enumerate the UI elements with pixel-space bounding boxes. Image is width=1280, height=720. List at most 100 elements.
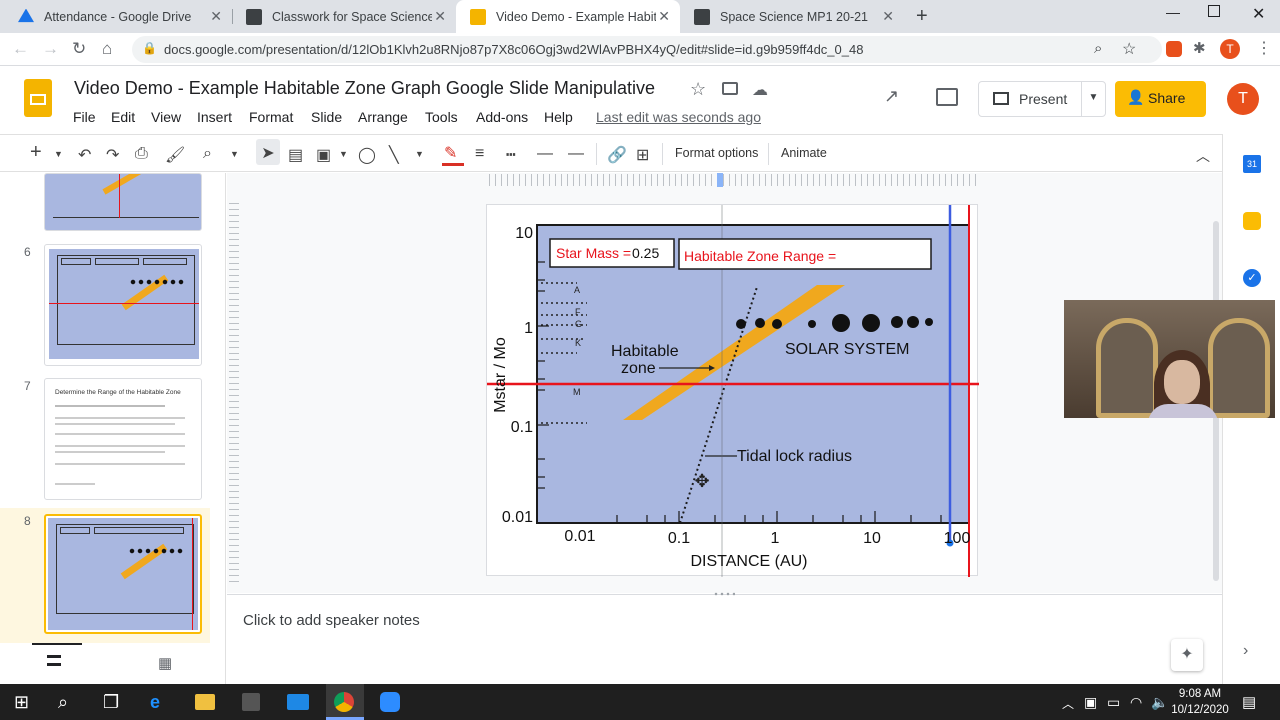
tasks-icon[interactable]: ✓ [1243,269,1261,287]
keep-icon[interactable] [1243,212,1261,230]
calendar-icon[interactable]: 31 [1243,155,1261,173]
new-tab-icon[interactable]: + [916,5,928,28]
zoom-icon[interactable]: ⌕ [203,145,212,163]
close-icon[interactable]: ✕ [658,8,670,25]
forward-icon[interactable]: → [42,39,59,59]
comments-icon[interactable] [936,88,958,106]
profile-avatar[interactable]: T [1220,39,1240,59]
home-icon[interactable]: ⌂ [102,39,112,59]
minimize-icon[interactable]: — [1166,4,1180,20]
border-weight-icon[interactable]: ≡ [475,145,484,163]
menu-slide[interactable]: Slide [311,109,342,125]
share-button[interactable]: 👤 Share [1115,81,1206,117]
extensions-puzzle-icon[interactable]: ✱ [1193,39,1206,57]
add-comment-icon[interactable]: ⊞ [636,145,649,165]
line-dropdown-icon[interactable]: ▼ [415,149,424,159]
image-icon[interactable]: ▣ [316,145,331,165]
print-icon[interactable]: ⎙ [135,145,148,163]
slide-thumbnail-5[interactable] [44,173,202,231]
line-start-icon[interactable]: — [537,145,553,163]
tray-app-icon[interactable]: ▣ [1084,694,1097,711]
slide-canvas[interactable]: A F G K M Star Mass = 0.25 Habitable Zon… [486,204,979,577]
select-cursor-icon[interactable]: ➤ [256,139,280,165]
image-dropdown-icon[interactable]: ▼ [339,149,348,159]
slide-thumbnail-6[interactable] [44,244,202,366]
speaker-notes[interactable]: Click to add speaker notes ✦ [227,592,1222,684]
tray-expand-icon[interactable]: ︿ [1062,695,1074,712]
new-slide-dropdown-icon[interactable]: ▼ [54,149,63,159]
extension-icon[interactable] [1166,41,1182,57]
link-icon[interactable]: 🔗 [607,145,627,165]
move-folder-icon[interactable] [722,82,738,95]
menu-insert[interactable]: Insert [197,109,232,125]
present-dropdown-icon[interactable]: ▼ [1081,82,1105,116]
menu-kebab-icon[interactable]: ⋮ [1256,38,1272,58]
task-view-icon[interactable]: ❐ [103,692,119,713]
battery-icon[interactable]: ▭ [1107,694,1120,711]
tab-video-demo[interactable]: Video Demo - Example Habitable ✕ [456,0,680,33]
slide-thumbnail-8[interactable] [44,514,202,634]
windows-start-icon[interactable]: ⊞ [14,692,29,713]
chrome-icon[interactable] [334,692,354,712]
present-button[interactable]: Present ▼ [978,81,1106,117]
wifi-icon[interactable]: ◠ [1130,694,1142,711]
mail-icon[interactable] [287,694,309,710]
border-dash-icon[interactable]: ┅ [506,145,516,165]
zoom-dropdown-icon[interactable]: ▼ [230,149,239,159]
menu-format[interactable]: Format [249,109,293,125]
notifications-icon[interactable]: ▤ [1242,693,1256,711]
close-icon[interactable]: ✕ [434,8,446,25]
reload-icon[interactable]: ↻ [72,39,86,59]
account-avatar[interactable]: T [1227,83,1259,115]
paint-format-icon[interactable]: 🖌 [165,145,185,165]
notes-resize-handle[interactable] [713,592,735,596]
slide-thumbnail-7[interactable]: Determine the Range of the Habitable Zon… [44,378,202,500]
zoom-icon[interactable]: ⌕ [1094,40,1102,57]
cloud-status-icon[interactable]: ☁ [752,80,768,100]
tab-space-science[interactable]: Space Science MP1 20-21 ✕ [680,0,904,33]
last-edit-link[interactable]: Last edit was seconds ago [596,109,761,125]
tab-classwork[interactable]: Classwork for Space Science MP1 ✕ [232,0,456,33]
explore-icon[interactable]: ✦ [1171,639,1203,671]
shape-icon[interactable]: ◯ [358,145,376,165]
text-box-icon[interactable]: ▤ [288,145,303,165]
maximize-icon[interactable] [1208,5,1220,17]
line-end-icon[interactable]: — [568,145,584,163]
menu-tools[interactable]: Tools [425,109,458,125]
search-icon[interactable]: ⌕ [58,692,68,713]
ruler-marker[interactable] [717,173,723,187]
filmstrip-view-icon[interactable] [47,655,61,666]
menu-addons[interactable]: Add-ons [476,109,528,125]
edge-icon[interactable]: e [150,692,160,713]
expand-panel-icon[interactable]: › [1243,642,1248,660]
file-explorer-icon[interactable] [195,694,215,710]
undo-icon[interactable]: ↶ [78,145,91,165]
store-icon[interactable] [242,693,260,711]
collapse-toolbar-icon[interactable]: ︿ [1196,146,1210,166]
close-icon[interactable]: ✕ [210,8,222,25]
zoom-app-icon[interactable] [380,692,400,712]
menu-help[interactable]: Help [544,109,573,125]
slides-logo-icon[interactable] [24,79,52,117]
menu-arrange[interactable]: Arrange [358,109,408,125]
menu-view[interactable]: View [151,109,181,125]
menu-file[interactable]: File [73,109,96,125]
volume-icon[interactable]: 🔈 [1151,694,1168,711]
close-icon[interactable]: ✕ [882,8,894,25]
animate-button[interactable]: Animate [781,146,827,160]
url-bar[interactable]: 🔒 docs.google.com/presentation/d/12lOb1K… [132,36,1162,63]
back-icon[interactable]: ← [12,39,29,59]
document-title[interactable]: Video Demo - Example Habitable Zone Grap… [74,78,655,99]
window-close-icon[interactable]: ✕ [1252,4,1265,24]
activity-trend-icon[interactable]: ↗ [884,86,899,107]
redo-icon[interactable]: ↷ [106,145,119,165]
bookmark-star-icon[interactable]: ☆ [1122,39,1136,59]
tab-attendance[interactable]: Attendance - Google Drive ✕ [4,0,232,33]
grid-view-icon[interactable]: ▦ [158,654,172,672]
new-slide-icon[interactable]: + [30,141,42,164]
star-icon[interactable]: ☆ [690,79,706,100]
border-color-icon[interactable]: ✎ [444,143,457,163]
system-clock[interactable]: 9:08 AM 10/12/2020 [1170,686,1230,718]
menu-edit[interactable]: Edit [111,109,135,125]
line-icon[interactable]: ╲ [389,145,399,165]
